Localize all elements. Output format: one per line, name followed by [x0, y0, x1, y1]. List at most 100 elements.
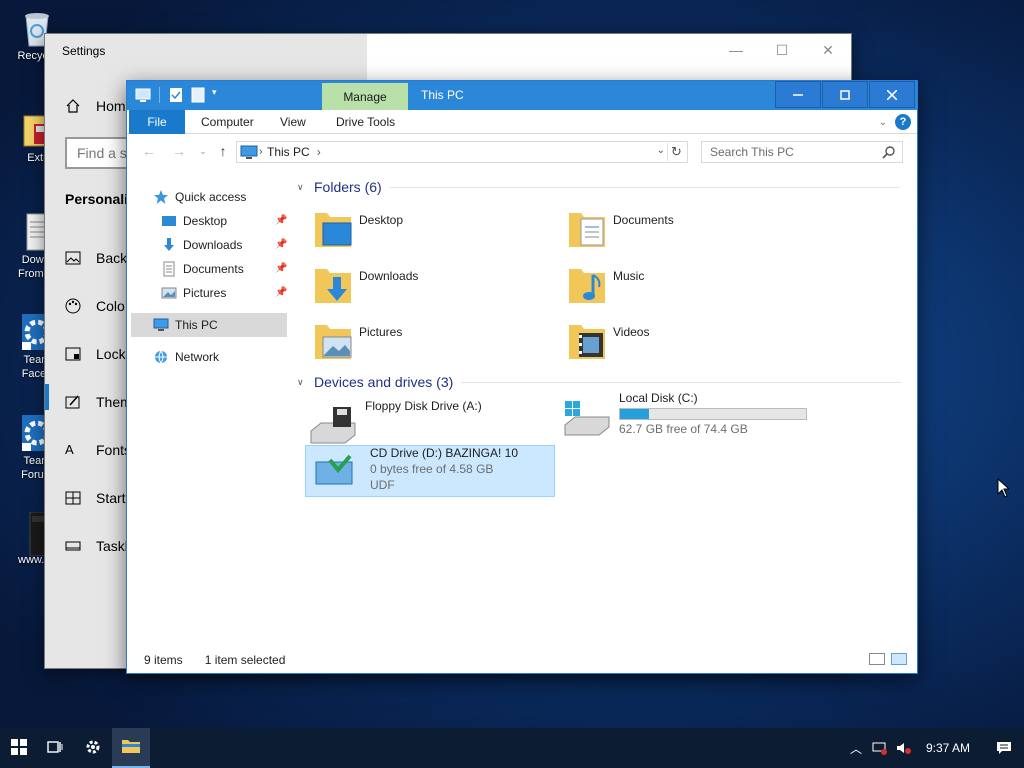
large-icons-view-icon[interactable]: [891, 653, 907, 665]
details-view-icon[interactable]: [869, 653, 885, 665]
up-button[interactable]: ↑: [213, 141, 233, 161]
settings-taskbar-button[interactable]: [74, 728, 112, 768]
group-title: Devices and drives (3): [314, 374, 454, 390]
settings-gear-icon: [85, 739, 101, 758]
folder-name: Pictures: [359, 325, 403, 339]
picture-icon: [65, 250, 81, 266]
close-button[interactable]: [869, 81, 915, 108]
computer-icon: [240, 144, 258, 163]
pin-icon[interactable]: 📌: [275, 239, 287, 250]
drive-free-space: 0 bytes free of 4.58 GB: [370, 462, 494, 476]
expand-ribbon-icon[interactable]: ⌄: [879, 117, 887, 128]
star-icon: [153, 189, 169, 205]
nav-quick-access[interactable]: Quick access: [131, 185, 287, 209]
settings-home[interactable]: Home: [65, 98, 133, 114]
help-icon[interactable]: ?: [895, 114, 911, 130]
nav-label: Quick access: [175, 190, 247, 204]
address-row: ← → ⌄ ↑ › This PC › ⌄ ↻ Search This PC: [127, 137, 917, 165]
file-explorer-window[interactable]: ▾ Manage This PC File Computer View Driv…: [126, 80, 918, 674]
home-icon: [65, 98, 81, 114]
settings-title: Settings: [62, 44, 106, 58]
cd-drive-icon: [314, 452, 362, 492]
minimize-button[interactable]: —: [713, 34, 759, 66]
start-icon: [65, 490, 81, 506]
task-view-button[interactable]: [36, 728, 74, 768]
folder-item-music[interactable]: Music: [567, 263, 807, 313]
maximize-button[interactable]: [822, 81, 868, 108]
group-header-devices[interactable]: ∨ Devices and drives (3): [297, 374, 902, 390]
close-button[interactable]: ✕: [805, 34, 851, 66]
nav-network[interactable]: Network: [131, 345, 287, 369]
documents-icon: [161, 261, 177, 277]
tab-manage[interactable]: Manage: [322, 83, 408, 110]
address-bar[interactable]: › This PC › ⌄ ↻: [236, 141, 688, 163]
search-input[interactable]: Search This PC: [701, 141, 903, 163]
computer-icon: [153, 317, 169, 333]
content-pane: ∨ Folders (6) Desktop Documents Download…: [293, 171, 913, 641]
settings-item-start[interactable]: Start: [65, 490, 126, 506]
settings-item-background[interactable]: Backg: [65, 250, 135, 266]
settings-caption-buttons: — ☐ ✕: [713, 34, 851, 66]
start-icon: [11, 738, 27, 758]
folder-item-downloads[interactable]: Downloads: [313, 263, 553, 313]
settings-item-lock-screen[interactable]: Lock: [65, 346, 126, 362]
nav-label: Downloads: [183, 238, 243, 252]
nav-documents[interactable]: Documents 📌: [131, 257, 287, 281]
tab-drive-tools[interactable]: Drive Tools: [322, 110, 409, 134]
settings-item-colors[interactable]: Colo: [65, 298, 125, 314]
volume-muted-icon[interactable]: [892, 728, 916, 768]
settings-item-taskbar[interactable]: Taskb: [65, 538, 133, 554]
title-bar[interactable]: ▾ Manage This PC: [127, 81, 917, 110]
action-center-icon[interactable]: [984, 728, 1024, 768]
settings-item-fonts[interactable]: A Fonts: [65, 442, 131, 458]
pin-icon[interactable]: 📌: [275, 287, 287, 298]
properties-icon[interactable]: [168, 87, 184, 103]
selected-indicator: [45, 384, 49, 410]
new-folder-icon[interactable]: [190, 87, 206, 103]
minimize-button[interactable]: [775, 81, 821, 108]
folder-item-pictures[interactable]: Pictures: [313, 319, 553, 369]
start-button[interactable]: [0, 728, 38, 768]
folder-item-videos[interactable]: Videos: [567, 319, 807, 369]
clock[interactable]: 9:37 AM: [916, 741, 984, 755]
pin-icon[interactable]: 📌: [275, 215, 287, 226]
drive-item-local-disk[interactable]: Local Disk (C:) 62.7 GB free of 74.4 GB: [563, 391, 813, 443]
status-bar: 9 items 1 item selected: [127, 647, 917, 673]
tab-computer[interactable]: Computer: [187, 110, 268, 134]
pin-icon[interactable]: 📌: [275, 263, 287, 274]
group-header-folders[interactable]: ∨ Folders (6): [297, 179, 900, 195]
forward-button[interactable]: →: [169, 141, 189, 161]
drive-item-floppy[interactable]: Floppy Disk Drive (A:): [309, 399, 559, 451]
breadcrumb-this-pc[interactable]: This PC: [267, 145, 310, 159]
file-explorer-taskbar-button[interactable]: [112, 728, 150, 768]
folder-item-desktop[interactable]: Desktop: [313, 207, 553, 257]
nav-desktop[interactable]: Desktop 📌: [131, 209, 287, 233]
maximize-button[interactable]: ☐: [759, 34, 805, 66]
search-icon: [882, 145, 896, 159]
back-button[interactable]: ←: [139, 141, 159, 161]
taskbar: ︿ 9:37 AM: [0, 728, 1024, 768]
network-icon: [153, 349, 169, 365]
network-status-icon[interactable]: [868, 728, 892, 768]
folder-name: Music: [613, 269, 645, 283]
nav-downloads[interactable]: Downloads 📌: [131, 233, 287, 257]
palette-icon: [65, 298, 81, 314]
settings-item-themes[interactable]: Them: [65, 394, 132, 410]
desktop-folder-icon: [313, 207, 353, 251]
collapse-chevron-icon: ∨: [297, 181, 304, 192]
settings-item-label: Colo: [96, 298, 125, 314]
folder-item-documents[interactable]: Documents: [567, 207, 807, 257]
address-dropdown-icon[interactable]: ⌄: [657, 145, 665, 156]
nav-this-pc[interactable]: This PC: [131, 313, 287, 337]
nav-pictures[interactable]: Pictures 📌: [131, 281, 287, 305]
tab-file[interactable]: File: [129, 110, 185, 134]
pictures-folder-icon: [313, 319, 353, 363]
recent-locations-button[interactable]: ⌄: [193, 141, 213, 161]
computer-icon: [135, 87, 151, 103]
show-hidden-icons-icon[interactable]: ︿: [844, 728, 868, 768]
breadcrumb-separator[interactable]: ›: [317, 145, 321, 159]
customize-qat-icon[interactable]: ▾: [212, 87, 222, 103]
drive-item-cd[interactable]: CD Drive (D:) BAZINGA! 10 0 bytes free o…: [305, 445, 555, 497]
refresh-icon[interactable]: ↻: [667, 143, 685, 161]
tab-view[interactable]: View: [266, 110, 320, 134]
